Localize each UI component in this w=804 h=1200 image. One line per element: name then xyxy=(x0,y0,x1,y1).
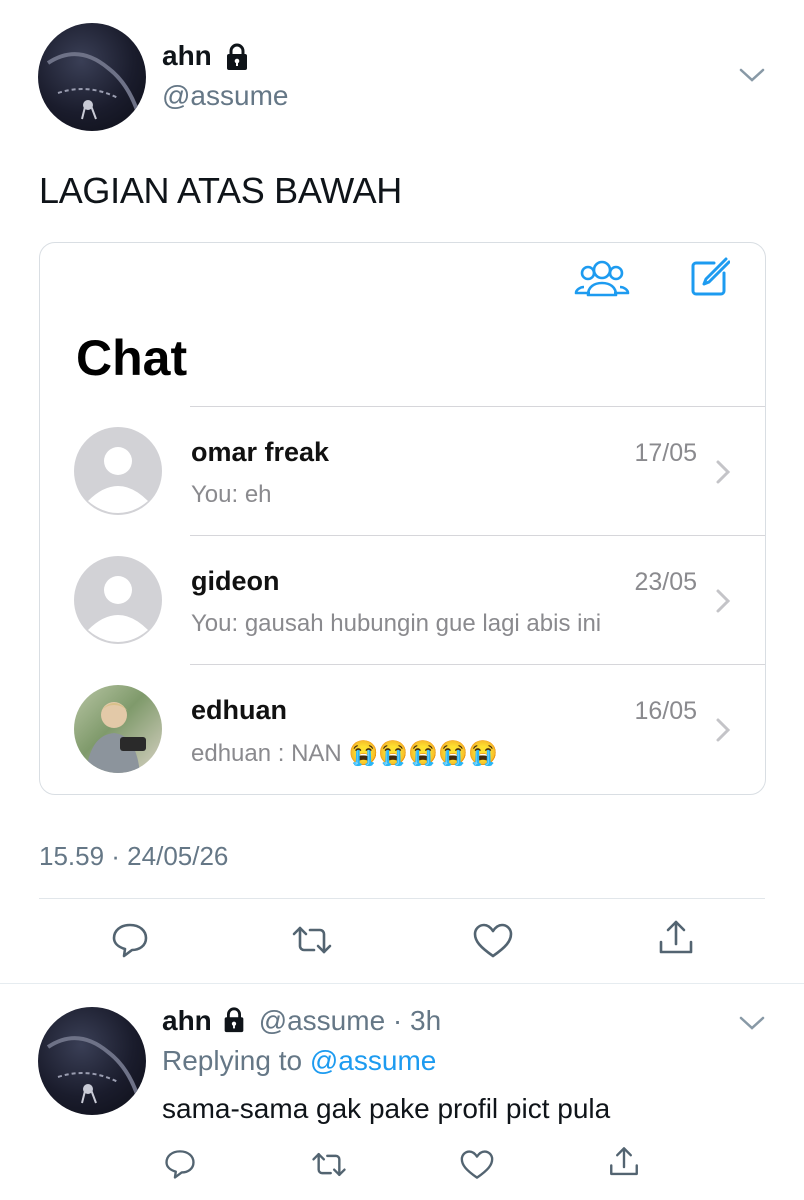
reply-header: ahn @assume · 3h xyxy=(162,1005,441,1037)
chat-row-name: gideon xyxy=(191,566,280,596)
default-avatar-icon xyxy=(74,556,162,644)
chevron-right-icon xyxy=(715,459,731,485)
chat-screenshot-card[interactable]: Chat omar freak 17/05 You: eh gideon 23/… xyxy=(39,242,766,795)
default-avatar-icon xyxy=(74,427,162,515)
chat-row-preview: You: gausah hubungin gue lagi abis ini xyxy=(191,610,602,637)
author-avatar[interactable] xyxy=(38,23,146,131)
retweet-icon[interactable] xyxy=(290,922,334,958)
crying-emoji: 😭 xyxy=(408,740,439,767)
divider xyxy=(39,898,765,899)
crying-emoji: 😭 xyxy=(438,740,468,767)
chat-row-preview-text: edhuan : NAN xyxy=(191,740,342,767)
chat-row-date: 17/05 xyxy=(634,439,697,467)
chat-row-date: 16/05 xyxy=(634,697,697,725)
crying-emoji: 😭 xyxy=(468,740,498,767)
reply-handle-time[interactable]: @assume · 3h xyxy=(259,1005,442,1036)
chevron-down-icon[interactable] xyxy=(738,1012,766,1034)
chat-row-edhuan[interactable]: edhuan 16/05 edhuan : NAN 😭😭😭😭😭 xyxy=(40,665,765,793)
retweet-icon[interactable] xyxy=(310,1149,348,1180)
chat-row-omar-freak[interactable]: omar freak 17/05 You: eh xyxy=(40,407,765,535)
lock-icon xyxy=(222,42,252,72)
author-name[interactable]: ahn xyxy=(162,40,212,72)
replying-to-handle[interactable]: @assume xyxy=(310,1045,436,1076)
compose-icon xyxy=(688,257,730,299)
crying-emoji: 😭 xyxy=(378,740,409,767)
chevron-right-icon xyxy=(715,717,731,743)
chat-row-preview: You: eh xyxy=(191,481,272,508)
chat-row-name: omar freak xyxy=(191,437,330,467)
chat-row-preview: edhuan : NAN 😭😭😭😭😭 xyxy=(191,739,498,768)
replying-to-label: Replying to xyxy=(162,1045,303,1076)
share-icon[interactable] xyxy=(656,918,696,958)
tweet-timestamp[interactable]: 15.59 · 24/05/26 xyxy=(39,841,228,872)
lock-icon xyxy=(220,1006,248,1034)
reply-author-avatar[interactable] xyxy=(38,1007,146,1115)
divider xyxy=(0,983,804,984)
chat-row-gideon[interactable]: gideon 23/05 You: gausah hubungin gue la… xyxy=(40,536,765,664)
crying-emoji: 😭 xyxy=(348,740,379,767)
edhuan-avatar xyxy=(74,685,162,773)
author-handle[interactable]: @assume xyxy=(162,80,288,112)
chat-row-date: 23/05 xyxy=(634,568,697,596)
tweet-text: LAGIAN ATAS BAWAH xyxy=(39,170,402,211)
chevron-down-icon[interactable] xyxy=(738,64,766,86)
like-icon[interactable] xyxy=(459,1149,495,1181)
replying-to: Replying to @assume xyxy=(162,1045,436,1077)
share-icon[interactable] xyxy=(607,1145,641,1179)
reply-icon[interactable] xyxy=(110,921,150,959)
reply-author-name[interactable]: ahn xyxy=(162,1005,212,1036)
group-icon xyxy=(572,255,632,299)
like-icon[interactable] xyxy=(472,922,514,960)
reply-icon[interactable] xyxy=(163,1148,197,1180)
chat-row-name: edhuan xyxy=(191,695,288,725)
chat-title: Chat xyxy=(76,330,188,386)
reply-text: sama-sama gak pake profil pict pula xyxy=(162,1093,611,1124)
chevron-right-icon xyxy=(715,588,731,614)
